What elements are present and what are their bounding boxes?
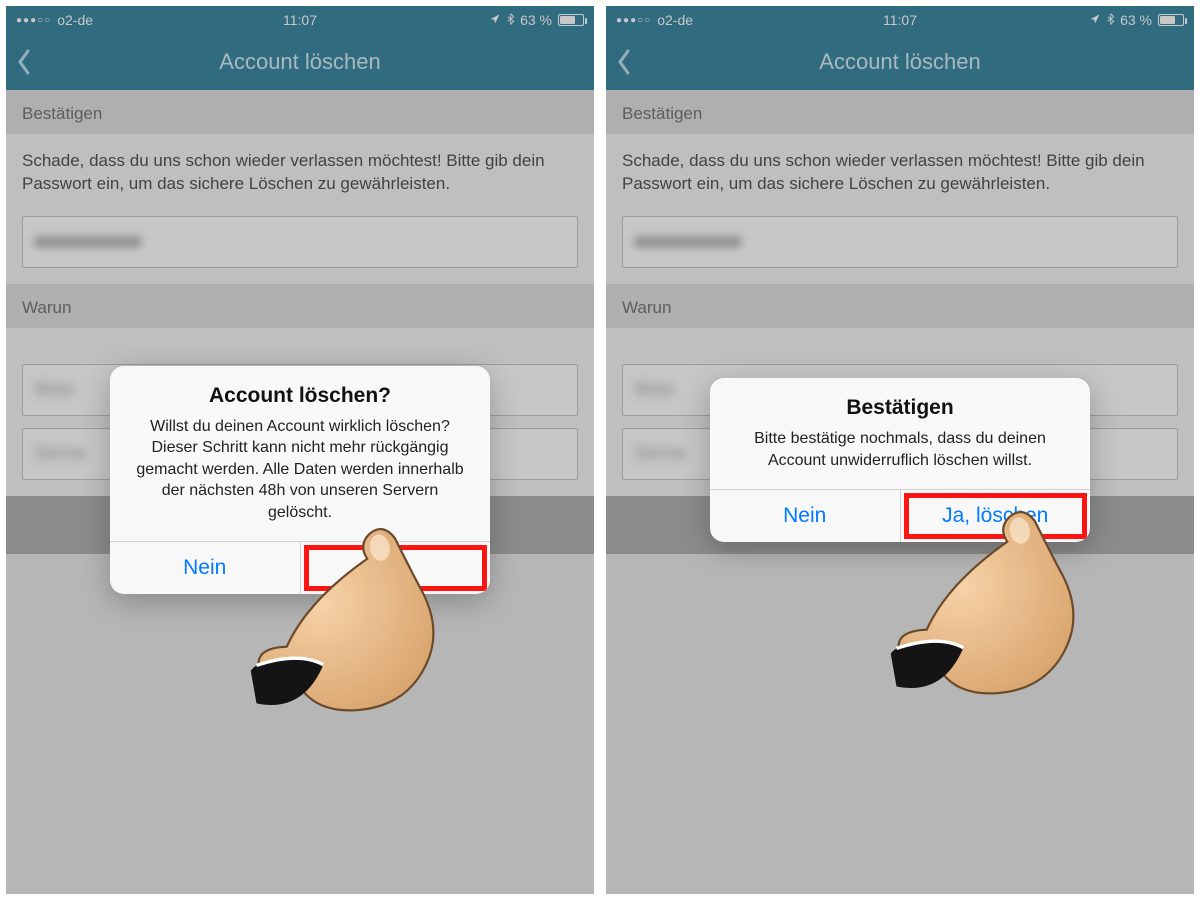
alert-message: Bitte bestätige nochmals, dass du deinen…	[710, 424, 1090, 489]
screenshot-right: ●●●○○ o2-de 11:07 63 % Account löschen B…	[606, 6, 1194, 894]
alert-title: Bestätigen	[710, 378, 1090, 424]
alert-title: Account löschen?	[110, 366, 490, 412]
screenshot-left: ●●●○○ o2-de 11:07 63 % Account löschen B…	[6, 6, 594, 894]
modal-scrim: Account löschen? Willst du deinen Accoun…	[6, 6, 594, 894]
pointing-hand-icon	[227, 496, 482, 751]
modal-scrim: Bestätigen Bitte bestätige nochmals, das…	[606, 6, 1194, 894]
pointing-hand-icon	[867, 479, 1122, 734]
